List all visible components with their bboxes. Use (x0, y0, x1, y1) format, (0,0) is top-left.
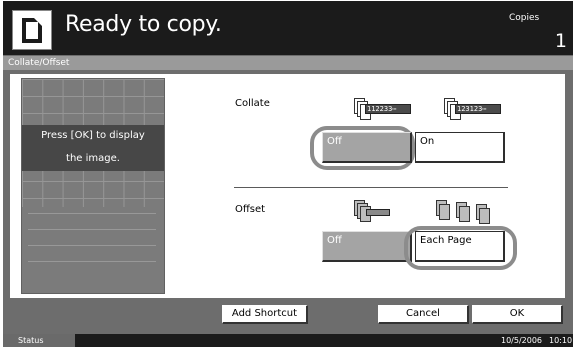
offset-each-page-button[interactable]: Each Page (415, 231, 505, 262)
collate-off-button[interactable]: Off (322, 132, 412, 163)
preview-message-line1: Press [OK] to display (41, 130, 145, 141)
collate-on-icon-text: 123123⋯ (455, 104, 501, 114)
status-bar: Status 10/5/2006 10:10 (3, 334, 573, 347)
offset-each-page-icon (436, 200, 506, 226)
status-button[interactable]: Status (3, 334, 75, 347)
main-panel: Press [OK] to display the image. Collate… (10, 74, 565, 298)
status-title: Ready to copy. (65, 12, 222, 37)
header: Ready to copy. Copies 1 (3, 1, 573, 55)
status-time: 10:10 (549, 336, 573, 345)
collate-label: Collate (235, 98, 270, 109)
preview-divider (28, 229, 156, 230)
preview-message-line2: the image. (66, 153, 120, 164)
copy-mode-icon (12, 10, 52, 50)
screen-title: Collate/Offset (3, 56, 573, 70)
offset-off-button[interactable]: Off (322, 231, 412, 262)
collate-on-icon: 123123⋯ (444, 98, 504, 124)
offset-off-icon (354, 200, 394, 226)
preview-divider (28, 261, 156, 262)
cancel-button[interactable]: Cancel (378, 305, 469, 324)
collate-off-icon: 112233⋯ (354, 98, 414, 124)
copies-label: Copies (509, 13, 540, 23)
preview-divider (28, 245, 156, 246)
offset-label: Offset (235, 204, 266, 215)
preview-pane: Press [OK] to display the image. (21, 78, 165, 294)
preview-divider (28, 213, 156, 214)
collate-on-button[interactable]: On (415, 132, 505, 163)
ok-button[interactable]: OK (472, 305, 563, 324)
collate-off-icon-text: 112233⋯ (365, 104, 411, 114)
copies-count: 1 (554, 30, 567, 52)
section-divider (234, 187, 508, 188)
add-shortcut-button[interactable]: Add Shortcut (222, 305, 308, 324)
status-date: 10/5/2006 (501, 336, 543, 345)
copier-screen: Ready to copy. Copies 1 Collate/Offset P… (3, 1, 573, 347)
